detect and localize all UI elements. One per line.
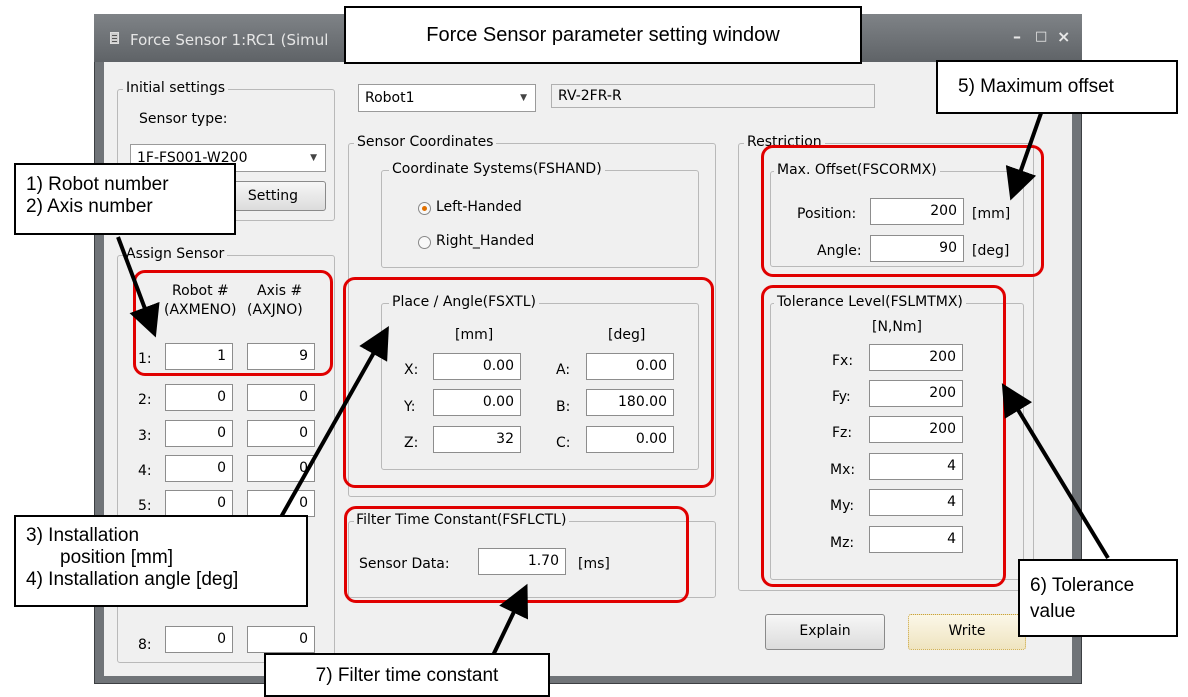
installation-callout-line3: 4) Installation angle [deg] xyxy=(26,569,239,590)
robot-axis-arrow xyxy=(116,236,160,338)
installation-callout-line1: 3) Installation xyxy=(26,525,140,546)
installation-callout: 3) Installation position [mm] 4) Install… xyxy=(14,515,308,607)
place-angle-arrow xyxy=(270,326,389,534)
tolerance-callout-line2: value xyxy=(1030,601,1076,622)
robot-axis-callout: 1) Robot number 2) Axis number xyxy=(14,163,236,235)
tolerance-callout-line1: 6) Tolerance xyxy=(1030,575,1135,596)
installation-callout-line2: position [mm] xyxy=(60,547,173,568)
filter-callout: 7) Filter time constant xyxy=(264,653,550,697)
axis-number-callout-text: 2) Axis number xyxy=(26,196,153,217)
tolerance-callout: 6) Tolerance value xyxy=(1018,559,1178,637)
tolerance-arrow xyxy=(1001,383,1110,560)
window-title-callout: Force Sensor parameter setting window xyxy=(344,6,862,64)
robot-number-callout-text: 1) Robot number xyxy=(26,174,169,195)
max-offset-callout: 5) Maximum offset xyxy=(936,60,1178,114)
